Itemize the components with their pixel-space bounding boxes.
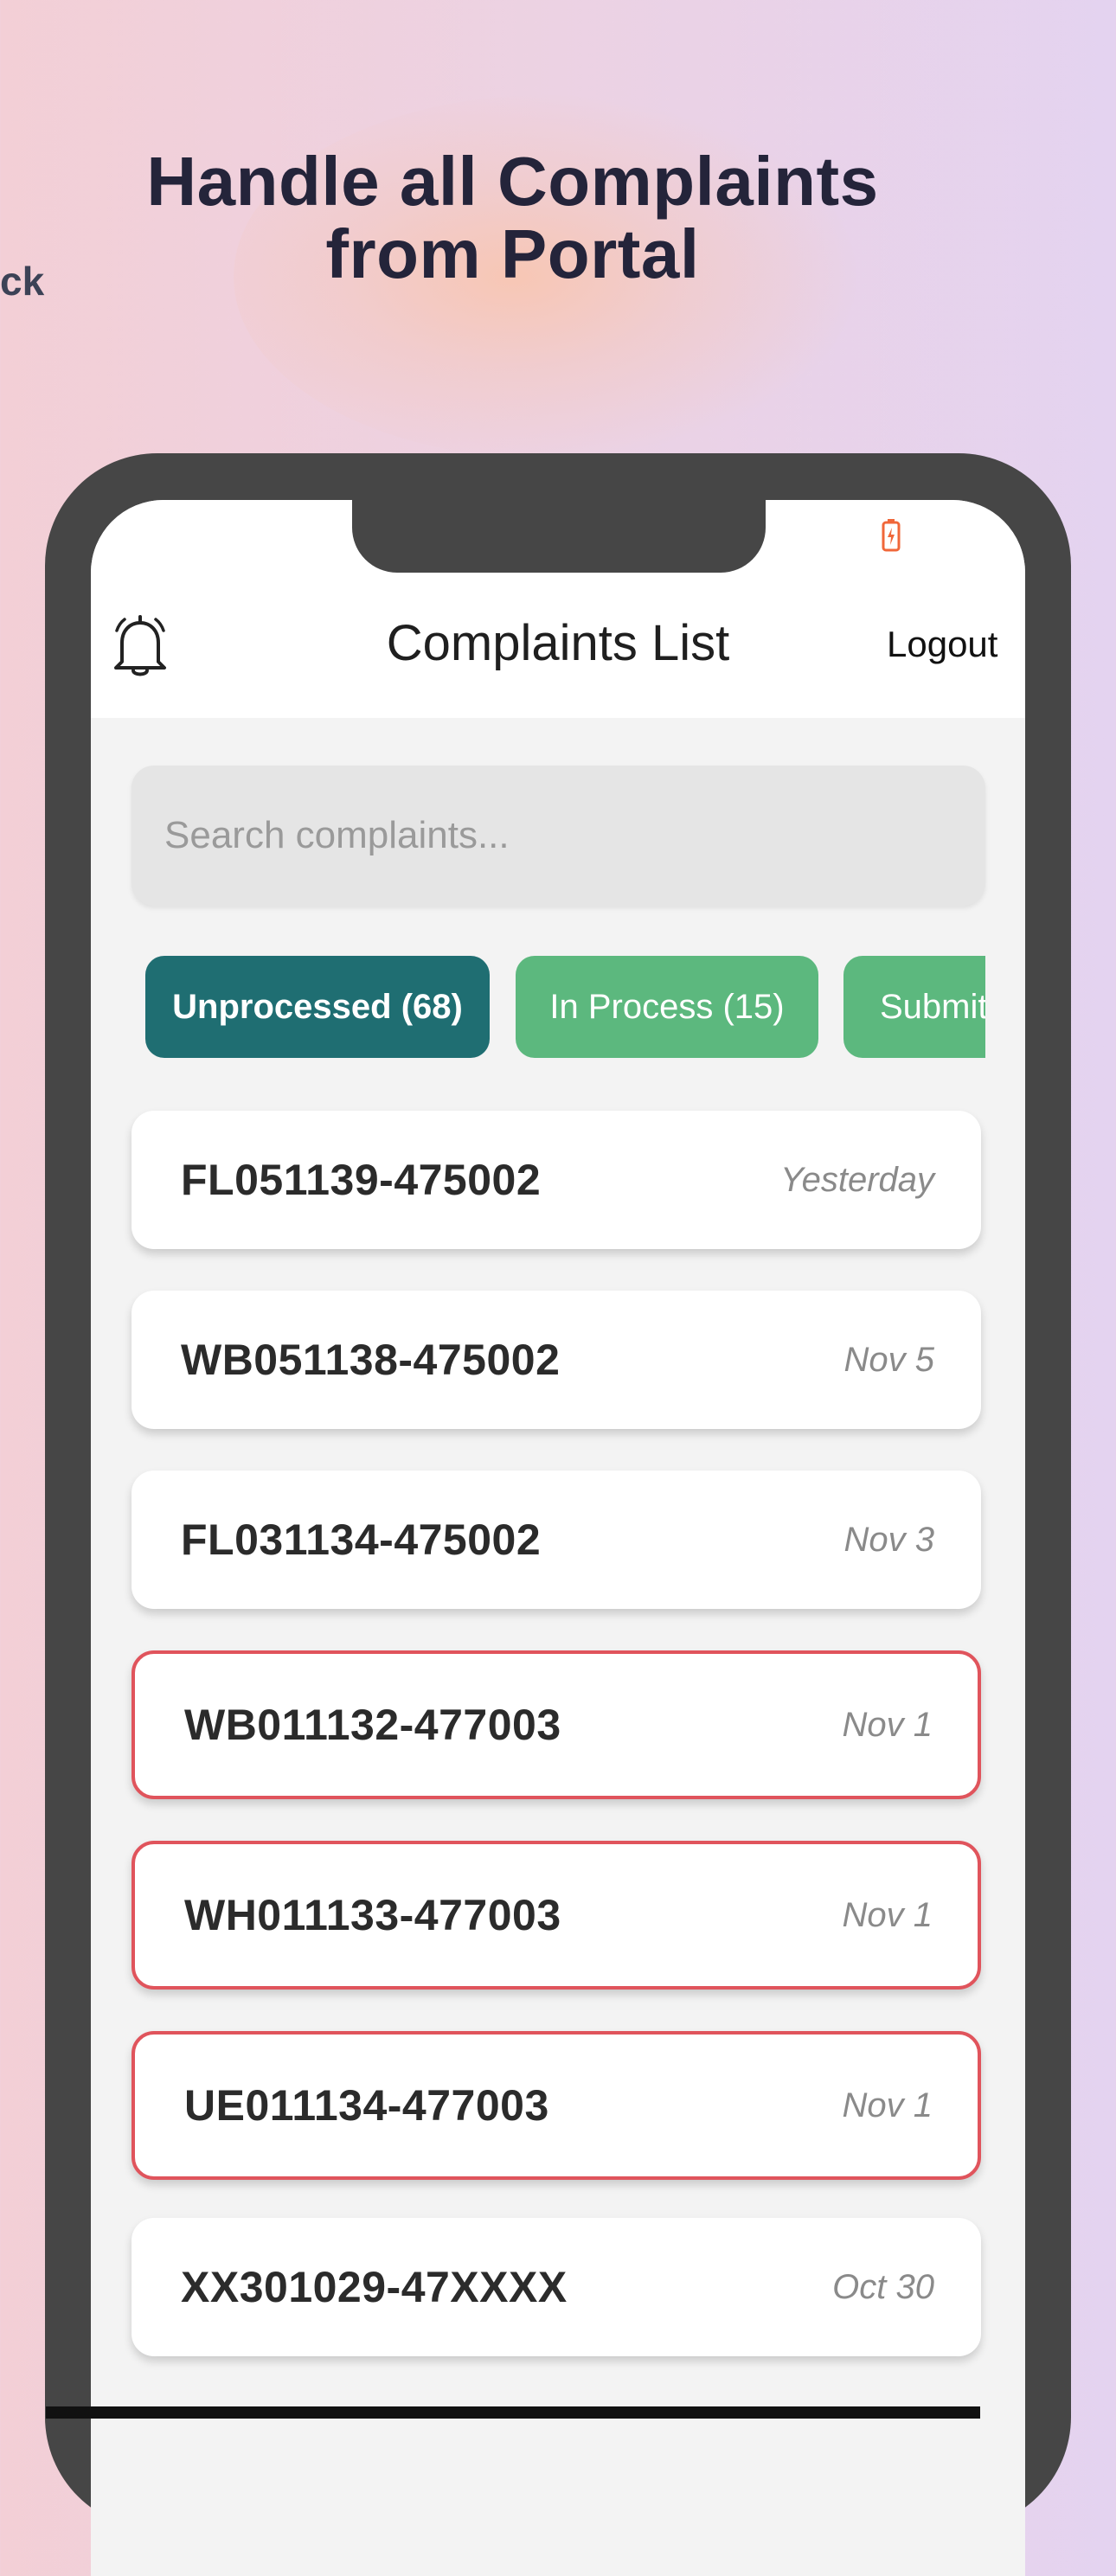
headline-line-2: from Portal <box>325 215 700 292</box>
complaint-card-flagged[interactable]: UE011134-477003 Nov 1 <box>131 2031 981 2180</box>
phone-screen: Complaints List Logout Search complaints… <box>91 500 1025 2576</box>
tab-in-process[interactable]: In Process (15) <box>516 956 818 1058</box>
complaint-card-flagged[interactable]: WB011132-477003 Nov 1 <box>131 1650 981 1799</box>
complaint-id: FL051139-475002 <box>181 1156 542 1204</box>
headline-line-1: Handle all Complaints <box>146 143 879 220</box>
battery-icon <box>882 519 901 552</box>
complaint-card-flagged[interactable]: WH011133-477003 Nov 1 <box>131 1841 981 1990</box>
complaint-date: Nov 1 <box>842 2086 933 2124</box>
status-tabs: Unprocessed (68) In Process (15) Submit <box>145 956 985 1060</box>
complaint-date: Nov 1 <box>842 1705 933 1744</box>
logout-button[interactable]: Logout <box>887 623 997 666</box>
complaint-date: Nov 5 <box>843 1340 935 1379</box>
complaint-card[interactable]: FL031134-475002 Nov 3 <box>131 1471 981 1609</box>
complaint-date: Yesterday <box>780 1160 934 1199</box>
tab-submitted[interactable]: Submit <box>843 956 985 1058</box>
complaint-card[interactable]: FL051139-475002 Yesterday <box>131 1111 981 1249</box>
complaint-id: WH011133-477003 <box>184 1891 561 1939</box>
search-input[interactable]: Search complaints... <box>131 766 985 906</box>
side-text-fragment: ck <box>0 259 45 304</box>
promo-headline: Handle all Complaints from Portal <box>0 145 1025 291</box>
complaint-id: WB051138-475002 <box>181 1336 561 1384</box>
complaint-card[interactable]: WB051138-475002 Nov 5 <box>131 1291 981 1429</box>
complaint-date: Nov 3 <box>843 1520 935 1559</box>
complaint-id: UE011134-477003 <box>184 2081 549 2130</box>
tab-unprocessed[interactable]: Unprocessed (68) <box>145 956 490 1058</box>
phone-frame: Complaints List Logout Search complaints… <box>45 453 1071 2576</box>
complaint-id: FL031134-475002 <box>181 1515 542 1564</box>
search-placeholder: Search complaints... <box>164 814 510 856</box>
complaint-card[interactable]: XX301029-47XXXX Oct 30 <box>131 2218 981 2356</box>
complaint-date: Oct 30 <box>832 2267 934 2306</box>
phone-notch <box>352 500 766 573</box>
screen-title: Complaints List <box>386 615 730 671</box>
screen-bottom-edge <box>46 2406 980 2419</box>
complaint-id: WB011132-477003 <box>184 1701 561 1749</box>
complaint-id: XX301029-47XXXX <box>181 2263 568 2311</box>
complaint-date: Nov 1 <box>842 1895 933 1934</box>
